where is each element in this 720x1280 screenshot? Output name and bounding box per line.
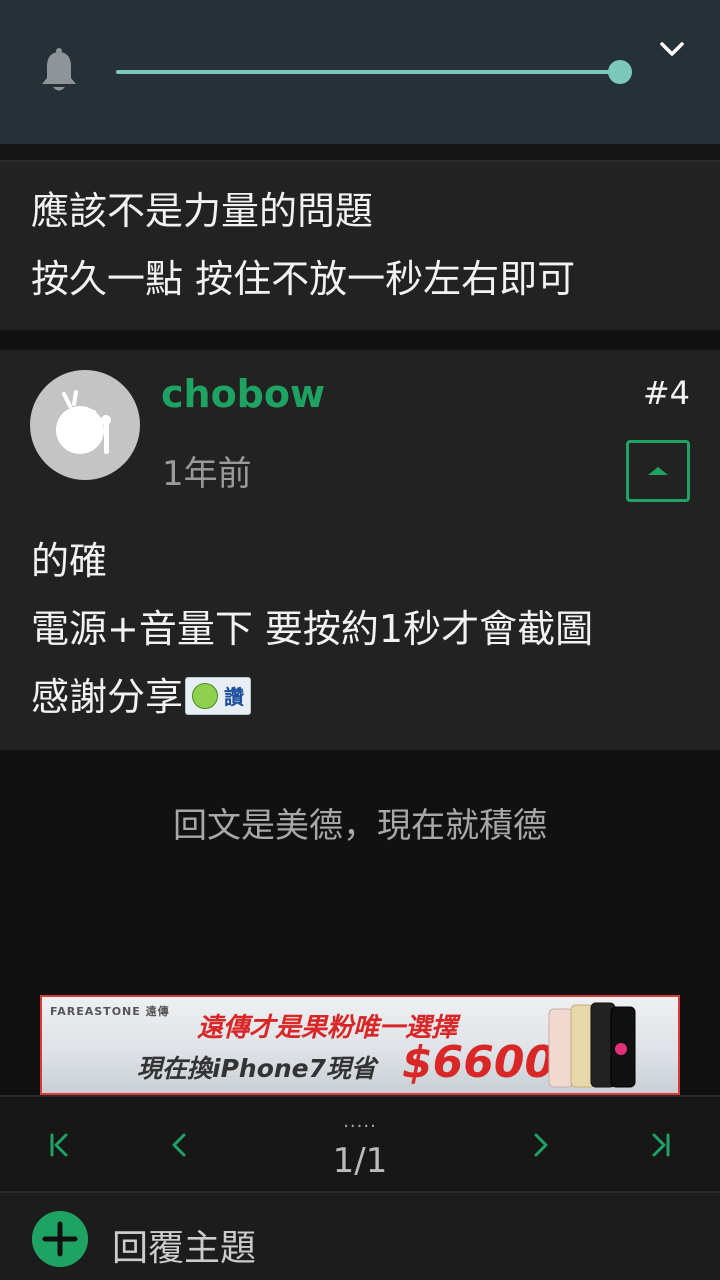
- like-emoji-badge: 讚: [185, 676, 252, 715]
- scroll-up-button[interactable]: [626, 440, 690, 502]
- divider: [0, 144, 720, 160]
- post-text-line: 的確: [31, 539, 108, 583]
- username[interactable]: chobow: [161, 372, 325, 416]
- post-text: 感謝分享: [31, 675, 184, 719]
- volume-slider-track[interactable]: [116, 70, 620, 74]
- post-text-line-with-emoji: 感謝分享 讚: [31, 666, 252, 721]
- reply-bar[interactable]: 回覆主題: [0, 1191, 720, 1280]
- post-text-line: 按久一點 按住不放一秒左右即可: [31, 257, 576, 301]
- chevron-down-icon[interactable]: [656, 34, 688, 66]
- previous-post: 應該不是力量的問題 按久一點 按住不放一秒左右即可: [0, 160, 720, 330]
- next-page-icon[interactable]: [526, 1129, 554, 1161]
- pagination-bar: ..... 1/1: [0, 1095, 720, 1191]
- smiley-icon: [192, 682, 219, 709]
- plus-icon[interactable]: [32, 1211, 88, 1267]
- emoji-label: 讚: [224, 685, 245, 709]
- page-dots: .....: [343, 1111, 377, 1132]
- post-time: 1年前: [162, 454, 252, 494]
- reply-topic-label[interactable]: 回覆主題: [112, 1219, 256, 1271]
- post-text-line: 應該不是力量的問題: [31, 189, 374, 233]
- phone-image-icon: [548, 1002, 636, 1088]
- ad-banner[interactable]: FAREASTONE 遠傳 遠傳才是果粉唯一選擇 現在換iPhone7現省 $6…: [40, 995, 680, 1095]
- volume-slider-thumb[interactable]: [608, 60, 632, 84]
- avatar[interactable]: [30, 370, 140, 480]
- ad-brand: FAREASTONE 遠傳: [50, 1005, 170, 1018]
- volume-panel: [0, 0, 720, 144]
- page-number[interactable]: 1/1: [0, 1141, 720, 1181]
- ad-price: $6600: [402, 1037, 556, 1088]
- last-page-icon[interactable]: [646, 1129, 674, 1161]
- avatar-icon: [56, 390, 111, 454]
- floor-number: #4: [642, 374, 690, 412]
- ad-subline: 現在換iPhone7現省: [137, 1054, 377, 1083]
- post-card: chobow 1年前 #4 的確 電源+音量下 要按約1秒才會截圖 感謝分享 讚: [0, 350, 720, 750]
- post-text-line: 電源+音量下 要按約1秒才會截圖: [31, 607, 594, 651]
- caret-up-icon: [648, 467, 668, 475]
- reply-hint: 回文是美德，現在就積德: [173, 806, 547, 846]
- bell-icon[interactable]: [38, 48, 80, 96]
